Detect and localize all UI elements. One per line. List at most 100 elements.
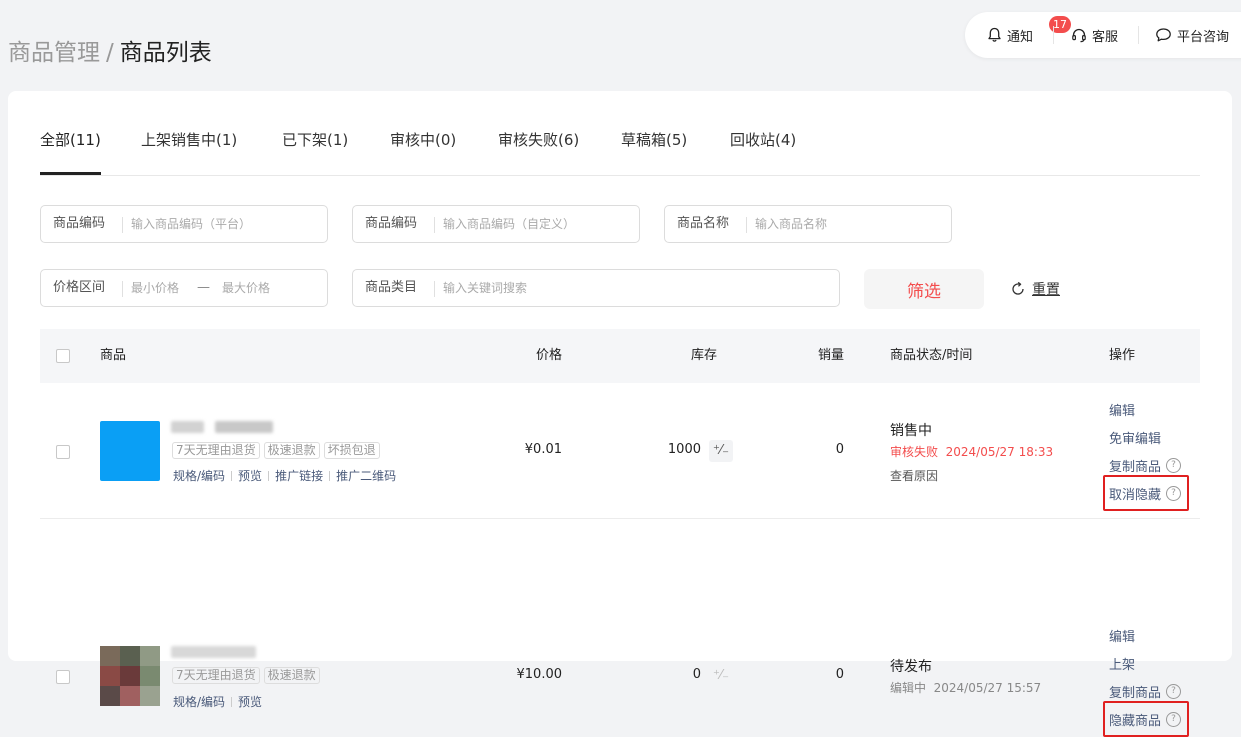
category-input[interactable] xyxy=(443,271,833,305)
status-tabs: 全部(11) 上架销售中(1) 已下架(1) 审核中(0) 审核失败(6) 草稿… xyxy=(40,91,1200,176)
page-title: 商品列表 xyxy=(119,40,212,66)
name-filter: 商品名称 xyxy=(664,205,952,243)
filter-button[interactable]: 筛选 xyxy=(864,269,984,309)
service-tags: 7天无理由退货 极速退款 xyxy=(172,667,324,684)
exempt-edit-label: 免审编辑 xyxy=(1109,432,1162,447)
link-separator xyxy=(231,696,233,707)
service-tag: 坏损包退 xyxy=(323,442,380,459)
promo-qrcode-link[interactable]: 推广二维码 xyxy=(336,467,396,484)
filter-label: 商品编码 xyxy=(53,216,106,231)
help-circle-icon[interactable]: ? xyxy=(1166,486,1182,501)
product-name-blurred[interactable] xyxy=(171,646,256,658)
sub-status-text: 编辑中 2024/05/27 15:57 xyxy=(890,681,1042,695)
hide-product-link[interactable]: 隐藏商品? xyxy=(1109,710,1182,729)
max-price-input[interactable] xyxy=(222,271,317,305)
promo-link[interactable]: 推广链接 xyxy=(275,467,323,484)
copy-product-link[interactable]: 复制商品? xyxy=(1109,682,1182,701)
help-circle-icon[interactable]: ? xyxy=(1166,458,1182,473)
row-checkbox[interactable] xyxy=(56,670,70,684)
edit-link[interactable]: 编辑 xyxy=(1109,400,1135,419)
tab-recycle-bin[interactable]: 回收站(4) xyxy=(730,129,796,150)
edit-link[interactable]: 编辑 xyxy=(1109,626,1135,645)
link-separator xyxy=(329,470,331,481)
unhide-product-label: 取消隐藏 xyxy=(1109,488,1162,503)
chat-bubble-icon xyxy=(1156,28,1171,42)
breadcrumb-parent[interactable]: 商品管理 xyxy=(8,40,100,66)
spec-code-link[interactable]: 规格/编码 xyxy=(173,693,225,710)
tab-review-failed[interactable]: 审核失败(6) xyxy=(498,129,579,150)
headset-icon xyxy=(1072,28,1086,43)
copy-product-label: 复制商品 xyxy=(1109,686,1162,701)
exempt-edit-link[interactable]: 免审编辑 xyxy=(1109,428,1161,447)
link-separator xyxy=(231,470,233,481)
status-text: 待发布 xyxy=(890,659,932,675)
spec-code-link[interactable]: 规格/编码 xyxy=(173,467,225,484)
header-status: 商品状态/时间 xyxy=(890,348,973,363)
table-row: 7天无理由退货 极速退款 坏损包退 规格/编码 预览 推广链接 推广二维码 ¥0… xyxy=(40,384,1200,519)
stock-adjust-button[interactable]: ⁺⁄₋ xyxy=(709,440,733,462)
product-stock: 0 xyxy=(692,667,701,682)
toolbar-divider xyxy=(1053,26,1054,44)
header-sales: 销量 xyxy=(817,348,844,363)
publish-label: 上架 xyxy=(1109,658,1136,673)
service-label: 客服 xyxy=(1092,29,1119,45)
hide-product-label: 隐藏商品 xyxy=(1109,714,1162,729)
stock-adjust-button[interactable]: ⁺⁄₋ xyxy=(709,665,733,687)
status-text: 销售中 xyxy=(890,423,932,439)
service-button[interactable]: 客服 xyxy=(1071,12,1118,58)
reset-button[interactable]: 重置 xyxy=(1010,279,1060,299)
product-price: ¥0.01 xyxy=(524,442,562,457)
code-custom-input[interactable] xyxy=(443,207,633,241)
tab-on-sale[interactable]: 上架销售中(1) xyxy=(141,129,237,150)
view-reason-link[interactable]: 查看原因 xyxy=(890,467,938,484)
product-thumbnail[interactable] xyxy=(100,421,160,481)
filter-label: 商品名称 xyxy=(677,216,730,231)
edit-label: 编辑 xyxy=(1109,630,1136,645)
active-tab-indicator xyxy=(40,172,101,175)
header-stock: 库存 xyxy=(690,348,717,363)
product-links: 规格/编码 预览 推广链接 推广二维码 xyxy=(173,467,396,484)
preview-link[interactable]: 预览 xyxy=(238,693,262,710)
service-tag: 极速退款 xyxy=(263,442,320,459)
product-list-card: 全部(11) 上架销售中(1) 已下架(1) 审核中(0) 审核失败(6) 草稿… xyxy=(8,91,1232,737)
publish-link[interactable]: 上架 xyxy=(1109,654,1135,673)
product-name-blurred[interactable] xyxy=(215,421,273,433)
code-platform-input[interactable] xyxy=(131,207,321,241)
table-row: 7天无理由退货 极速退款 规格/编码 预览 ¥10.00 0 ⁺⁄₋ 0 待发布… xyxy=(40,519,1200,737)
product-name-blurred[interactable] xyxy=(171,421,204,433)
filter-label: 商品编码 xyxy=(365,216,418,231)
help-circle-icon[interactable]: ? xyxy=(1166,684,1182,699)
reset-label: 重置 xyxy=(1032,282,1060,298)
copy-product-label: 复制商品 xyxy=(1109,460,1162,475)
code-platform-filter: 商品编码 xyxy=(40,205,328,243)
filter-label: 商品类目 xyxy=(365,280,418,295)
field-separator xyxy=(746,217,747,233)
field-separator xyxy=(122,217,123,233)
notify-button[interactable]: 通知 17 xyxy=(987,12,1071,58)
product-thumbnail[interactable] xyxy=(100,646,160,706)
notify-label: 通知 xyxy=(1007,29,1034,45)
category-filter: 商品类目 xyxy=(352,269,840,307)
copy-product-link[interactable]: 复制商品? xyxy=(1109,456,1182,475)
row-checkbox[interactable] xyxy=(56,445,70,459)
select-all-checkbox[interactable] xyxy=(56,349,70,363)
header-product: 商品 xyxy=(100,348,127,363)
link-separator xyxy=(268,470,270,481)
min-price-input[interactable] xyxy=(131,271,193,305)
service-tags: 7天无理由退货 极速退款 坏损包退 xyxy=(172,442,384,459)
product-stock: 1000 xyxy=(667,442,701,457)
preview-link[interactable]: 预览 xyxy=(238,467,262,484)
help-circle-icon[interactable]: ? xyxy=(1166,712,1182,727)
header-actions: 操作 xyxy=(1109,348,1136,363)
product-price: ¥10.00 xyxy=(516,667,563,682)
sub-status-text: 审核失败 2024/05/27 18:33 xyxy=(890,445,1054,459)
tab-all[interactable]: 全部(11) xyxy=(40,129,101,150)
unhide-product-link[interactable]: 取消隐藏? xyxy=(1109,484,1182,503)
bell-icon xyxy=(988,27,1001,42)
tab-drafts[interactable]: 草稿箱(5) xyxy=(621,129,687,150)
tab-reviewing[interactable]: 审核中(0) xyxy=(390,129,456,150)
consult-button[interactable]: 平台咨询 xyxy=(1155,12,1229,58)
name-input[interactable] xyxy=(755,207,945,241)
tab-off-shelf[interactable]: 已下架(1) xyxy=(282,129,348,150)
product-sales: 0 xyxy=(835,442,844,457)
